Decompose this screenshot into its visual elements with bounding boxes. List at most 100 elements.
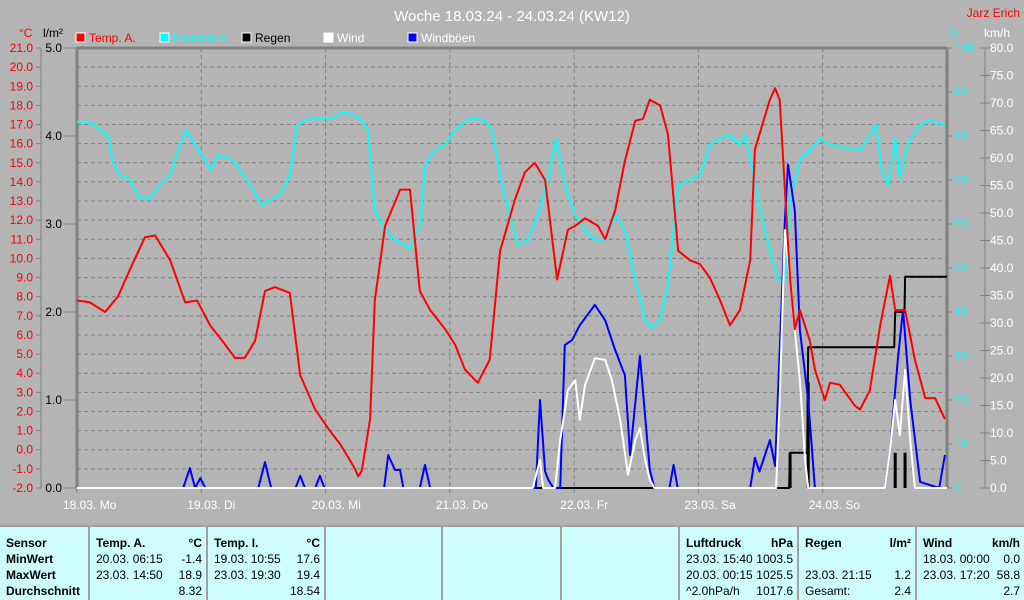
cell-value: 1025.5 (756, 568, 793, 582)
column-header: Wind (923, 536, 953, 550)
rain-tick-label: 4.0 (45, 129, 62, 143)
temp-tick-label: -1.0 (12, 462, 33, 476)
day-label: 21.03. Do (436, 498, 488, 512)
temp-tick-label: 9.0 (16, 271, 33, 285)
column-unit: °C (188, 536, 202, 550)
temp-tick-label: 12.0 (10, 213, 34, 227)
temp-tick-label: 7.0 (16, 309, 33, 323)
temp-tick-label: 13.0 (10, 194, 34, 208)
wind-tick-label: 10.0 (990, 426, 1014, 440)
rain-cumulative-line (77, 275, 947, 489)
wind-tick-label: 55.0 (990, 179, 1014, 193)
cell-value: 8.32 (178, 584, 202, 598)
temp-tick-label: 19.0 (10, 79, 34, 93)
humidity-tick-label: 90 (954, 85, 968, 99)
temperature-line (76, 87, 946, 478)
cell-value: 1003.5 (756, 552, 793, 566)
wind-tick-label: 70.0 (990, 96, 1014, 110)
humidity-tick-label: 80 (954, 129, 968, 143)
wind-column: Wind km/h 18.03. 00:00 0.0 23.03. 17:20 58.… (915, 527, 1024, 600)
wind-tick-label: 0.0 (990, 481, 1007, 495)
humidity-tick-label: 60 (954, 217, 968, 231)
wind-tick-label: 65.0 (990, 124, 1014, 138)
column-unit: l/m² (889, 536, 911, 550)
legend-swatch (159, 32, 170, 43)
column-unit: km/h (991, 536, 1020, 550)
temp-tick-label: 0.0 (16, 443, 33, 457)
legend: Temp. A. Feuchte A. Regen Wind Windböen (75, 31, 475, 45)
temp-tick-label: 1.0 (16, 424, 33, 438)
wind-tick-label: 35.0 (990, 289, 1014, 303)
humidity-tick-label: 10 (954, 437, 968, 451)
rain-tick-label: 3.0 (45, 217, 62, 231)
cell-value: 18.54 (289, 584, 320, 598)
series (76, 87, 947, 489)
temp-tick-label: 8.0 (16, 290, 33, 304)
temp-tick-label: 14.0 (10, 175, 34, 189)
legend-swatch (323, 32, 334, 43)
temp-tick-label: 21.0 (10, 41, 34, 55)
rain-tick-label: 2.0 (45, 305, 62, 319)
wind-tick-label: 15.0 (990, 399, 1014, 413)
column-header: Temp. I. (214, 536, 259, 550)
wind-tick-label: 5.0 (990, 454, 1007, 468)
humidity-tick-label: 50 (954, 261, 968, 275)
temp-tick-label: 11.0 (11, 232, 34, 246)
pressure-column: Luftdruck hPa 23.03. 15:40 1003.5 20.03. 0… (678, 527, 797, 600)
weather-chart: Woche 18.03.24 - 24.03.24 (KW12) Jarz Er… (10, 6, 1020, 512)
cell-value: 17.6 (296, 552, 320, 566)
owner-label: Jarz Erich (967, 6, 1020, 20)
cell-time: 20.03. 06:15 (96, 552, 163, 566)
cell-time: 19.03. 10:55 (214, 552, 281, 566)
column-unit: °C (306, 536, 320, 550)
temp-tick-label: 15.0 (10, 156, 34, 170)
humidity-axis-unit: % (948, 26, 959, 40)
day-label: 24.03. So (809, 498, 861, 512)
cell-value: 2.4 (894, 584, 911, 598)
cell-time: 23.03. 14:50 (96, 568, 163, 582)
column-header: Temp. A. (96, 536, 146, 550)
rain-tick-label: 0.0 (45, 481, 62, 495)
grid (77, 48, 947, 488)
empty-column (441, 527, 560, 600)
cell-value: 0.0 (1003, 552, 1020, 566)
column-unit: hPa (770, 536, 793, 550)
day-label: 22.03. Fr (560, 498, 608, 512)
sensor-header: Sensor (6, 536, 47, 550)
wind-tick-label: 45.0 (990, 234, 1014, 248)
legend-swatch (75, 32, 86, 43)
wind-axis-unit: km/h (984, 26, 1010, 40)
cell-time: 23.03. 19:30 (214, 568, 281, 582)
temp-axis-unit: °C (19, 26, 33, 40)
rain-tick-label: 5.0 (45, 41, 62, 55)
legend-label: Feuchte A. (173, 31, 230, 45)
legend-swatch (407, 32, 418, 43)
cell-value: 58.8 (996, 568, 1020, 582)
cell-time: 20.03. 00:15 (686, 568, 753, 582)
rain-column: Regen l/m² 23.03. 21:15 1.2 Gesamt: 2.4 (797, 527, 915, 600)
legend-label: Temp. A. (89, 31, 136, 45)
rain-tick-label: 1.0 (45, 393, 62, 407)
temp-tick-label: 10.0 (10, 251, 34, 265)
day-label: 20.03. Mi (312, 498, 361, 512)
cell-value: 2.7 (1003, 584, 1020, 598)
temp-tick-label: 6.0 (16, 328, 33, 342)
humidity-tick-label: 100 (954, 41, 974, 55)
wind-tick-label: 30.0 (990, 316, 1014, 330)
humidity-tick-label: 30 (954, 349, 968, 363)
wind-tick-label: 60.0 (990, 151, 1014, 165)
cell-time: 23.03. 21:15 (805, 568, 872, 582)
day-label: 19.03. Di (187, 498, 235, 512)
sensor-column: Sensor MinWert MaxWert Durchschnitt (0, 527, 88, 600)
temp-i-column: Temp. I. °C 19.03. 10:55 17.6 23.03. 19:30… (206, 527, 324, 600)
legend-swatch (241, 32, 252, 43)
legend-label: Windböen (421, 31, 475, 45)
cell-value: 18.9 (178, 568, 202, 582)
temp-tick-label: 18.0 (10, 98, 34, 112)
cell-value: 1.2 (894, 568, 911, 582)
cell-value: -1.4 (181, 552, 202, 566)
legend-label: Wind (337, 31, 364, 45)
wind-tick-label: 80.0 (990, 41, 1014, 55)
temp-tick-label: 17.0 (10, 118, 34, 132)
rain-axis-unit: l/m² (43, 26, 63, 40)
